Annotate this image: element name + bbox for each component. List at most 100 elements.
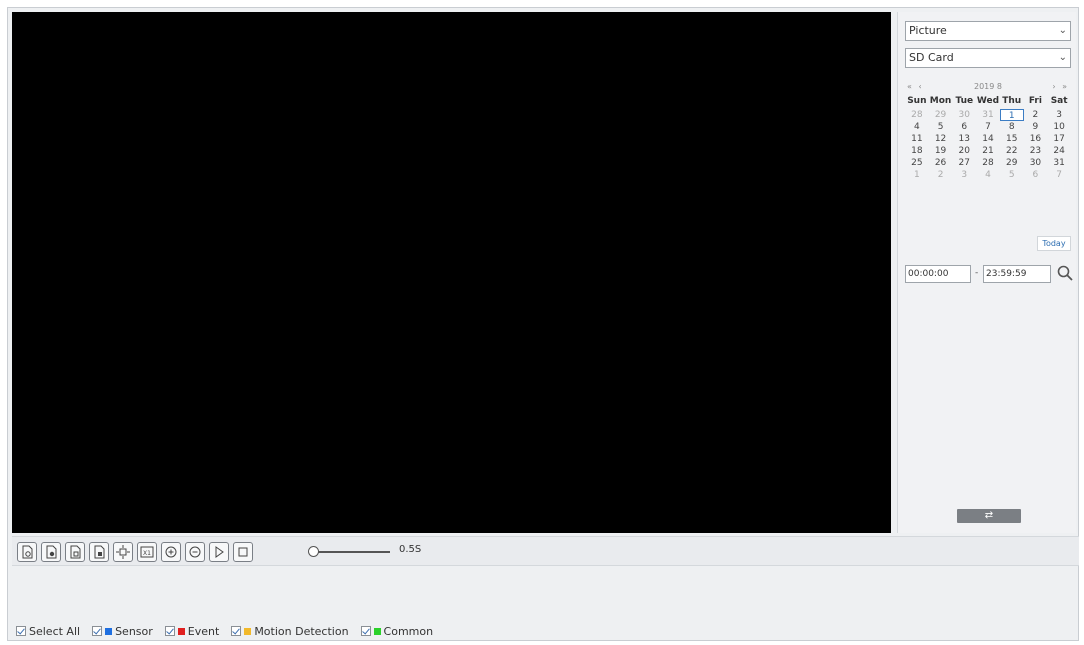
calendar-day[interactable]: 30: [1024, 157, 1048, 169]
calendar-weekday: Tue: [955, 96, 974, 106]
filter-color-swatch: [373, 627, 381, 635]
filter-checkbox[interactable]: [92, 626, 103, 636]
calendar-header: « ‹ 2019 8 › »: [905, 80, 1071, 94]
stop-button[interactable]: [233, 542, 253, 562]
calendar-day[interactable]: 2: [1024, 109, 1048, 121]
filter-item[interactable]: Event: [164, 624, 220, 638]
calendar-day[interactable]: 11: [905, 133, 929, 145]
calendar-day[interactable]: 29: [929, 109, 953, 121]
calendar-day[interactable]: 23: [1024, 145, 1048, 157]
filter-item[interactable]: Sensor: [92, 625, 153, 638]
calendar-day[interactable]: 7: [1047, 169, 1071, 181]
calendar-day[interactable]: 21: [976, 145, 1000, 157]
calendar-day[interactable]: 7: [976, 121, 1000, 133]
storage-select[interactable]: SD Card ⌄: [905, 48, 1071, 68]
filter-label: Event: [187, 624, 220, 638]
filter-item[interactable]: Motion Detection: [231, 624, 349, 638]
calendar-day[interactable]: 4: [976, 169, 1000, 181]
x1-icon: X1: [140, 546, 154, 558]
calendar-day[interactable]: 28: [905, 109, 929, 121]
filter-label: Sensor: [115, 624, 153, 638]
stop-icon: [238, 547, 248, 557]
calendar-grid: Sun Mon Tue Wed Thu Fri Sat 28 29 30 31 1 2 3 4 5 6 7 8 9 10…: [905, 96, 1071, 181]
filter-checkbox[interactable]: [164, 626, 175, 636]
record-button[interactable]: [41, 542, 61, 562]
calendar-day[interactable]: 16: [1024, 133, 1048, 145]
calendar-weekday: Fri: [1028, 96, 1042, 106]
start-time-input[interactable]: 00:00:00: [905, 265, 971, 283]
snapshot-button[interactable]: [17, 542, 37, 562]
calendar: « ‹ 2019 8 › » Sun Mon Tue Wed Thu Fri Sat 28 29…: [905, 80, 1071, 251]
play-button[interactable]: [209, 542, 229, 562]
original-size-button[interactable]: X1: [137, 542, 157, 562]
calendar-day[interactable]: 3: [952, 169, 976, 181]
calendar-day[interactable]: 6: [952, 121, 976, 133]
time-separator: -: [975, 268, 979, 278]
calendar-day[interactable]: 17: [1047, 133, 1071, 145]
calendar-day[interactable]: 6: [1024, 169, 1048, 181]
calendar-day[interactable]: 4: [905, 121, 929, 133]
calendar-day[interactable]: 1: [905, 169, 929, 181]
filter-item[interactable]: Common: [360, 625, 433, 638]
zoom-out-button[interactable]: [185, 542, 205, 562]
calendar-day[interactable]: 20: [952, 145, 976, 157]
end-time-input[interactable]: 23:59:59: [983, 265, 1051, 283]
filter-checkbox[interactable]: [360, 626, 371, 636]
calendar-day[interactable]: 5: [1000, 169, 1024, 181]
calendar-weekday: Sun: [907, 96, 927, 106]
filter-checkbox[interactable]: [231, 626, 242, 636]
file-record-icon: [46, 545, 57, 559]
video-display[interactable]: [12, 12, 891, 533]
speed-slider-track[interactable]: [312, 551, 390, 553]
file-export-icon: [94, 545, 105, 559]
speed-value: 0.5S: [399, 544, 422, 555]
switch-button[interactable]: ⇄: [957, 509, 1021, 523]
fit-window-button[interactable]: [113, 542, 133, 562]
calendar-day[interactable]: 26: [929, 157, 953, 169]
storage-select-value: SD Card: [909, 51, 954, 64]
calendar-day[interactable]: 13: [952, 133, 976, 145]
calendar-day[interactable]: 22: [1000, 145, 1024, 157]
calendar-day[interactable]: 31: [1047, 157, 1071, 169]
export-button[interactable]: [89, 542, 109, 562]
calendar-day[interactable]: 25: [905, 157, 929, 169]
event-type-filters: Select All Sensor Event Motion Detection Com…: [16, 624, 445, 638]
zoom-in-icon: [165, 546, 177, 558]
calendar-day[interactable]: 12: [929, 133, 953, 145]
calendar-day[interactable]: 28: [976, 157, 1000, 169]
filter-label: Motion Detection: [254, 624, 349, 638]
today-button[interactable]: Today: [1037, 236, 1071, 251]
speed-slider-handle[interactable]: [308, 546, 319, 557]
download-button[interactable]: [65, 542, 85, 562]
calendar-day[interactable]: 27: [952, 157, 976, 169]
file-snapshot-icon: [22, 545, 33, 559]
type-select[interactable]: Picture ⌄: [905, 21, 1071, 41]
calendar-day[interactable]: 29: [1000, 157, 1024, 169]
calendar-next-button[interactable]: › »: [1052, 82, 1069, 91]
calendar-day[interactable]: 10: [1047, 121, 1071, 133]
calendar-day[interactable]: 15: [1000, 133, 1024, 145]
filter-color-swatch: [105, 627, 113, 635]
calendar-day[interactable]: 9: [1024, 121, 1048, 133]
filter-item[interactable]: Select All: [16, 625, 80, 638]
calendar-day[interactable]: 5: [929, 121, 953, 133]
calendar-day[interactable]: 14: [976, 133, 1000, 145]
calendar-day[interactable]: 31: [976, 109, 1000, 121]
calendar-day[interactable]: 3: [1047, 109, 1071, 121]
calendar-day[interactable]: 1: [999, 109, 1024, 121]
calendar-day[interactable]: 30: [952, 109, 976, 121]
calendar-title: 2019 8: [974, 82, 1002, 91]
type-select-value: Picture: [909, 24, 947, 37]
calendar-day[interactable]: 18: [905, 145, 929, 157]
search-icon[interactable]: [1056, 264, 1074, 282]
filter-checkbox[interactable]: [16, 626, 26, 636]
calendar-day[interactable]: 24: [1047, 145, 1071, 157]
calendar-day[interactable]: 19: [929, 145, 953, 157]
chevron-down-icon: ⌄: [1058, 25, 1067, 36]
filter-label: Select All: [29, 624, 81, 638]
calendar-day[interactable]: 2: [929, 169, 953, 181]
zoom-out-icon: [189, 546, 201, 558]
calendar-weekday: Sat: [1050, 96, 1068, 106]
calendar-day[interactable]: 8: [1000, 121, 1024, 133]
zoom-in-button[interactable]: [161, 542, 181, 562]
